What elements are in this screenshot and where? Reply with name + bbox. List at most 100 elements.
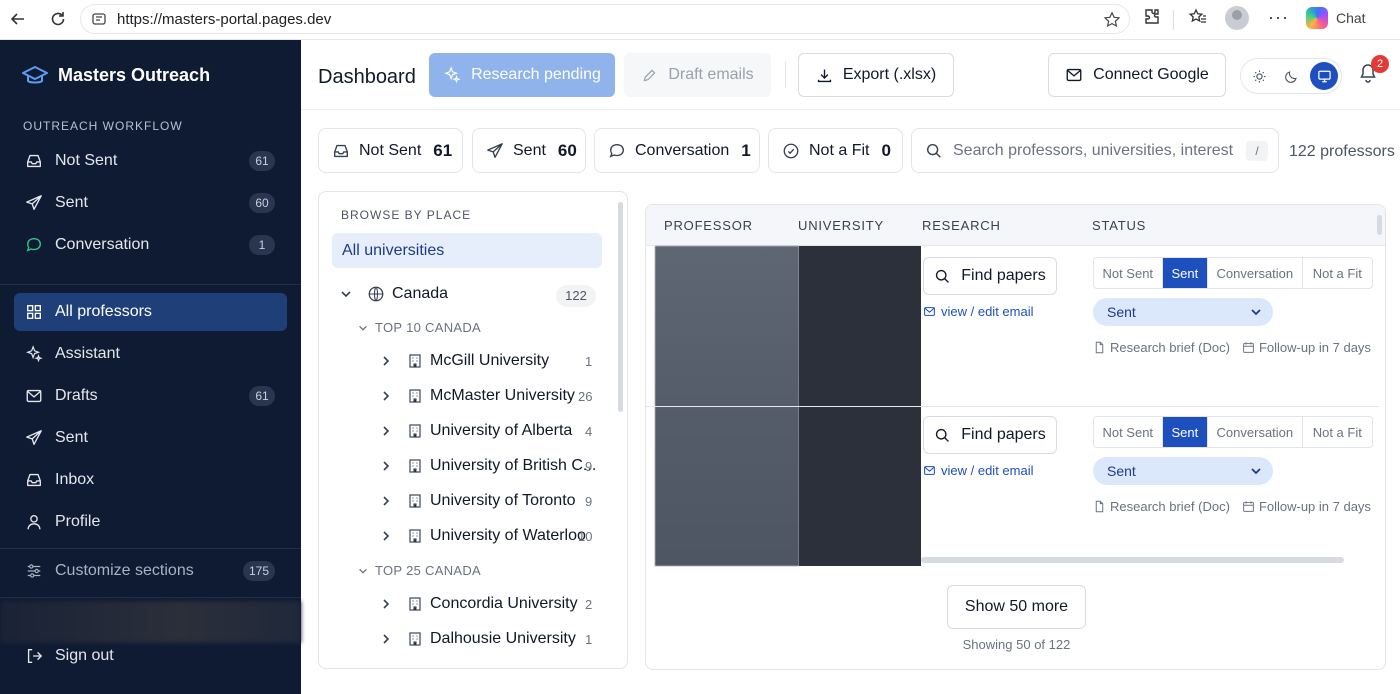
chevron-down-icon[interactable]: [339, 287, 353, 301]
chevron-right-icon[interactable]: [379, 597, 393, 611]
tree-item-university[interactable]: University of Waterloo: [379, 527, 586, 545]
sidebar-item-all-professors[interactable]: All professors: [14, 293, 287, 331]
browse-scrollbar[interactable]: [618, 202, 623, 412]
tree-item-count: 10: [578, 529, 593, 544]
column-header-professor[interactable]: PROFESSOR: [664, 218, 753, 233]
research-pending-label: Research pending: [471, 66, 601, 83]
group-label: TOP 25 CANADA: [375, 563, 482, 578]
system-theme-monitor-icon[interactable]: [1310, 62, 1338, 90]
tree-item-label: University of British C...: [430, 457, 597, 474]
browser-menu-icon[interactable]: ···: [1268, 7, 1289, 28]
circle-slash-icon: [783, 143, 799, 158]
research-pending-button[interactable]: Research pending: [429, 53, 615, 97]
tree-item-count: 9: [585, 494, 593, 509]
mail-icon: [1066, 68, 1082, 82]
view-edit-email-label: view / edit email: [941, 304, 1034, 319]
status-dropdown-value: Sent: [1107, 304, 1136, 320]
tree-item-university[interactable]: University of Alberta: [379, 422, 572, 440]
browser-profile-avatar[interactable]: [1225, 6, 1249, 30]
sidebar-divider: [0, 597, 301, 598]
draft-emails-button[interactable]: Draft emails: [624, 53, 771, 97]
building-icon: [407, 528, 423, 544]
dark-theme-moon-icon[interactable]: [1277, 62, 1305, 90]
sidebar-item-not-sent[interactable]: Not Sent 61: [14, 142, 287, 180]
table-horizontal-scrollbar[interactable]: [921, 557, 1344, 563]
chevron-right-icon[interactable]: [379, 424, 393, 438]
favorite-star-icon[interactable]: [1103, 11, 1121, 34]
status-option-conversation[interactable]: Conversation: [1208, 417, 1303, 447]
tree-item-university[interactable]: University of Toronto: [379, 492, 576, 510]
show-more-button[interactable]: Show 50 more: [947, 585, 1086, 629]
research-brief-link[interactable]: Research brief (Doc): [1110, 340, 1230, 355]
filter-sent[interactable]: Sent 60: [472, 128, 586, 173]
chevron-right-icon[interactable]: [379, 389, 393, 403]
group-top-10-canada[interactable]: TOP 10 CANADA: [357, 320, 481, 335]
all-universities-item[interactable]: All universities: [332, 233, 602, 268]
filter-not-a-fit[interactable]: Not a Fit 0: [768, 128, 903, 173]
status-option-not-a-fit[interactable]: Not a Fit: [1303, 258, 1372, 288]
sidebar-item-conversation[interactable]: Conversation 1: [14, 226, 287, 264]
sidebar-item-inbox[interactable]: Inbox: [14, 461, 287, 499]
chevron-right-icon[interactable]: [379, 459, 393, 473]
export-button[interactable]: Export (.xlsx): [798, 53, 954, 97]
back-arrow-icon[interactable]: [8, 9, 28, 29]
search-box[interactable]: /: [911, 128, 1279, 173]
status-option-conversation[interactable]: Conversation: [1208, 258, 1303, 288]
address-bar[interactable]: https://masters-portal.pages.dev: [80, 4, 1130, 34]
sidebar-item-sent-mail[interactable]: Sent: [14, 419, 287, 457]
sidebar-item-profile[interactable]: Profile: [14, 503, 287, 541]
column-header-status[interactable]: STATUS: [1092, 218, 1146, 233]
status-option-not-sent[interactable]: Not Sent: [1094, 258, 1163, 288]
research-brief-link[interactable]: Research brief (Doc): [1110, 499, 1230, 514]
status-dropdown[interactable]: Sent: [1093, 457, 1273, 485]
filter-conversation[interactable]: Conversation 1: [594, 128, 760, 173]
row-meta: Research brief (Doc) Follow-up in 7 days: [1093, 340, 1371, 355]
status-option-not-a-fit[interactable]: Not a Fit: [1303, 417, 1372, 447]
status-option-sent[interactable]: Sent: [1162, 417, 1209, 447]
copilot-chat-button[interactable]: Chat: [1306, 5, 1366, 31]
row-divider: [646, 406, 1379, 407]
page-title: Dashboard: [318, 66, 416, 88]
tree-item-university[interactable]: McGill University: [379, 352, 549, 370]
find-papers-button[interactable]: Find papers: [923, 416, 1057, 454]
group-top-25-canada[interactable]: TOP 25 CANADA: [357, 563, 481, 578]
sidebar-item-drafts[interactable]: Drafts 61: [14, 377, 287, 415]
status-option-not-sent[interactable]: Not Sent: [1094, 417, 1163, 447]
view-edit-email-link[interactable]: view / edit email: [923, 463, 1033, 478]
column-header-research[interactable]: RESEARCH: [922, 218, 1001, 233]
sidebar-item-label: Conversation: [55, 236, 150, 253]
follow-up-label: Follow-up in 7 days: [1258, 340, 1371, 355]
column-header-university[interactable]: UNIVERSITY: [798, 218, 884, 233]
tree-item-university[interactable]: McMaster University: [379, 387, 575, 405]
sidebar-item-customize-sections[interactable]: Customize sections 175: [14, 552, 287, 590]
chevron-right-icon[interactable]: [379, 494, 393, 508]
search-input[interactable]: [953, 141, 1233, 160]
extensions-icon[interactable]: [1142, 7, 1162, 27]
sidebar-item-assistant[interactable]: Assistant: [14, 335, 287, 373]
status-option-sent[interactable]: Sent: [1162, 258, 1209, 288]
reload-icon[interactable]: [48, 9, 68, 29]
view-edit-email-link[interactable]: view / edit email: [923, 304, 1033, 319]
tree-item-university[interactable]: Concordia University: [379, 595, 578, 613]
chevron-right-icon[interactable]: [379, 354, 393, 368]
chevron-right-icon[interactable]: [379, 632, 393, 646]
chevron-right-icon[interactable]: [379, 529, 393, 543]
site-info-icon[interactable]: [91, 11, 107, 27]
tree-item-university[interactable]: Dalhousie University: [379, 630, 576, 648]
filter-not-sent[interactable]: Not Sent 61: [318, 128, 463, 173]
favorites-icon[interactable]: [1188, 7, 1208, 27]
table-vertical-scrollbar[interactable]: [1377, 215, 1382, 235]
sidebar-item-sent[interactable]: Sent 60: [14, 184, 287, 222]
tree-item-university[interactable]: University of British C...: [379, 457, 596, 475]
find-papers-button[interactable]: Find papers: [923, 257, 1057, 295]
brand[interactable]: Masters Outreach: [22, 64, 210, 86]
building-icon: [407, 458, 423, 474]
connect-google-button[interactable]: Connect Google: [1048, 53, 1226, 97]
tree-item-canada[interactable]: Canada: [339, 285, 448, 303]
sign-out-button[interactable]: Sign out: [14, 637, 287, 675]
chat-label: Chat: [1336, 10, 1366, 26]
header-divider: [785, 62, 786, 88]
status-dropdown[interactable]: Sent: [1093, 298, 1273, 326]
light-theme-sun-icon[interactable]: [1245, 62, 1273, 90]
send-icon: [487, 142, 503, 158]
